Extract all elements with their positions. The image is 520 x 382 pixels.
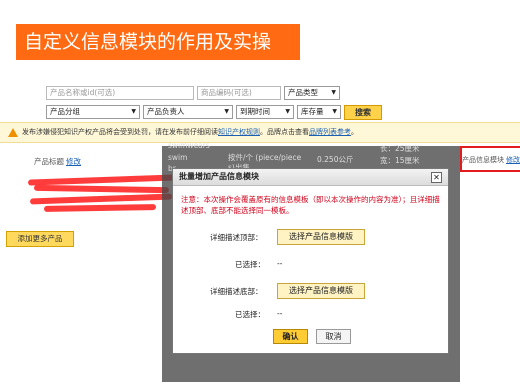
chevron-down-icon: ▼ — [224, 108, 229, 115]
chevron-down-icon: ▼ — [331, 89, 336, 96]
notice-end: 。 — [351, 128, 358, 136]
add-more-products-button[interactable]: 添加更多产品 — [6, 231, 74, 247]
dialog-title: 批量增加产品信息模块 — [173, 169, 448, 186]
ip-notice-bar: 发布涉嫌侵犯知识产权产品将会受到处罚，请在发布前仔细阅读知识产权规则。品牌点击查… — [0, 122, 520, 143]
bg-text-swimwears: swimwears — [168, 141, 210, 150]
product-owner-value: 产品负责人 — [147, 107, 185, 116]
bg-text-width: 宽：15厘米 — [380, 156, 420, 165]
bg-text-weight: 0.250公斤 — [317, 155, 354, 164]
dialog-warning-note: 注意：本次操作会覆盖原有的信息模板（即以本次操作的内容为准）；且详细描述顶部、底… — [181, 195, 440, 215]
bg-text-length: 长：25厘米 — [380, 144, 420, 153]
top-selected-value: -- — [277, 259, 283, 268]
bottom-description-label: 详细描述底部： — [210, 287, 263, 296]
top-selected-label: 已选择： — [235, 260, 265, 269]
product-type-select[interactable]: 产品类型 ▼ — [284, 86, 340, 100]
redaction-scribble — [43, 204, 157, 212]
product-group-value: 产品分组 — [50, 107, 80, 116]
search-button[interactable]: 搜索 — [344, 105, 382, 120]
product-name-input[interactable]: 产品名称或id(可选) — [46, 86, 194, 100]
product-owner-select[interactable]: 产品负责人 ▼ — [143, 105, 233, 119]
notice-text-2: 。品牌点击查看 — [260, 128, 309, 136]
column-header-title: 产品标题 — [34, 157, 64, 166]
page-title: 自定义信息模块的作用及实操 — [16, 24, 300, 60]
cancel-button[interactable]: 取消 — [316, 329, 351, 344]
bottom-selected-label: 已选择： — [235, 310, 265, 319]
redaction-scribble — [33, 184, 170, 194]
select-bottom-template-button[interactable]: 选择产品信息模版 — [277, 283, 365, 299]
chevron-down-icon: ▼ — [332, 108, 337, 115]
chevron-down-icon: ▼ — [131, 108, 136, 115]
stock-value: 库存量 — [301, 107, 324, 116]
product-group-select[interactable]: 产品分组 ▼ — [46, 105, 140, 119]
title-edit-link[interactable]: 修改 — [66, 156, 81, 167]
stock-select[interactable]: 库存量 ▼ — [297, 105, 341, 119]
batch-add-module-dialog: 批量增加产品信息模块 ✕ 注意：本次操作会覆盖原有的信息模板（即以本次操作的内容… — [172, 168, 449, 354]
chevron-down-icon: ▼ — [285, 108, 290, 115]
ip-rules-link[interactable]: 知识产权规则 — [218, 128, 260, 136]
highlight-box — [460, 146, 520, 172]
product-type-value: 产品类型 — [288, 88, 318, 97]
close-icon[interactable]: ✕ — [431, 172, 442, 183]
confirm-button[interactable]: 确认 — [273, 329, 308, 344]
bg-text-swim: swim — [168, 153, 188, 162]
bottom-selected-value: -- — [277, 309, 283, 318]
redaction-scribble — [27, 174, 179, 186]
redaction-scribble — [29, 193, 173, 205]
top-description-label: 详细描述顶部： — [210, 233, 263, 242]
brand-list-link[interactable]: 品牌列表参考 — [309, 128, 351, 136]
app-screenshot: 产品名称或id(可选) 商品编码(可选) 产品类型 ▼ 产品分组 ▼ 产品负责人 ▼ … — [0, 82, 520, 382]
warning-icon — [8, 128, 18, 137]
product-code-input[interactable]: 商品编码(可选) — [197, 86, 281, 100]
notice-text: 发布涉嫌侵犯知识产权产品将会受到处罚，请在发布前仔细阅读 — [22, 128, 218, 136]
expiry-select[interactable]: 到期时间 ▼ — [236, 105, 294, 119]
expiry-value: 到期时间 — [240, 107, 270, 116]
select-top-template-button[interactable]: 选择产品信息模版 — [277, 229, 365, 245]
